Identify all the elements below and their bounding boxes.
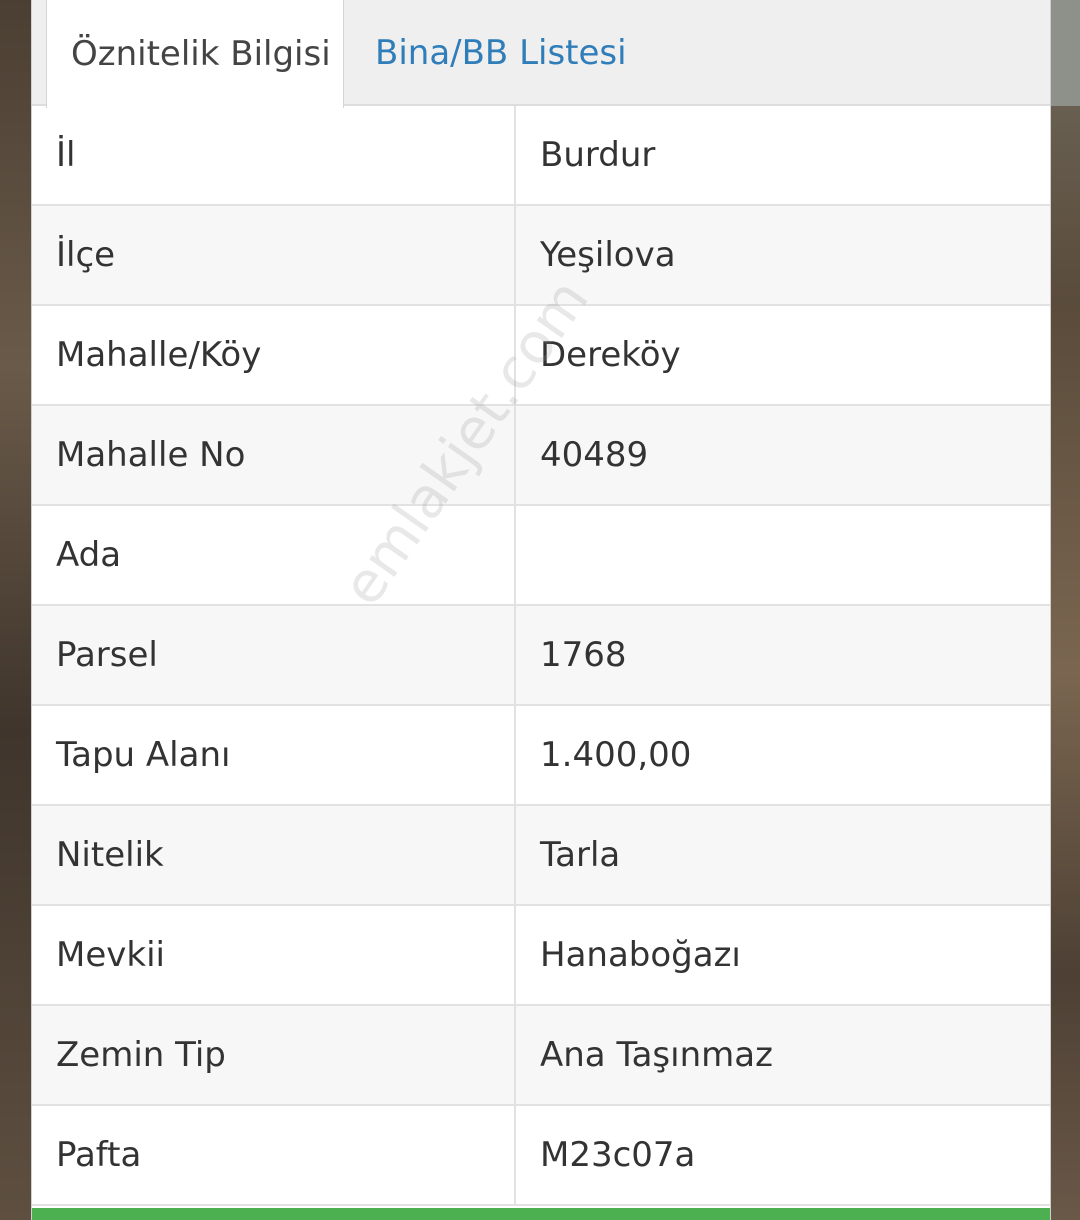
attribute-value (515, 505, 1050, 606)
tab-bina-bb-listesi[interactable]: Bina/BB Listesi (375, 0, 627, 106)
table-row: Mahalle No 40489 (32, 405, 1050, 506)
attribute-value: Tarla (515, 805, 1050, 906)
table-row: Zemin Tip Ana Taşınmaz (32, 1005, 1050, 1106)
tab-bar: Öznitelik Bilgisi Bina/BB Listesi (32, 0, 1050, 108)
table-row: Nitelik Tarla (32, 805, 1050, 906)
attribute-key: Parsel (32, 605, 516, 706)
attribute-value: Hanaboğazı (515, 905, 1050, 1006)
table-row: Ada (32, 505, 1050, 606)
attribute-value: Dereköy (515, 305, 1050, 406)
attribute-table: İl Burdur İlçe Yeşilova Mahalle/Köy Dere… (32, 106, 1050, 1206)
bottom-action-bar[interactable] (32, 1208, 1050, 1220)
attribute-key: Mevkii (32, 905, 516, 1006)
tab-label: Bina/BB Listesi (375, 33, 627, 73)
tab-label: Öznitelik Bilgisi (71, 34, 331, 74)
table-row: Mahalle/Köy Dereköy (32, 305, 1050, 406)
tab-oznitelik-bilgisi[interactable]: Öznitelik Bilgisi (46, 0, 344, 108)
table-row: Tapu Alanı 1.400,00 (32, 705, 1050, 806)
background-photo-left (0, 0, 32, 1220)
attribute-key: Zemin Tip (32, 1005, 516, 1106)
attribute-value: Yeşilova (515, 205, 1050, 306)
attribute-key: Mahalle No (32, 405, 516, 506)
table-row: Parsel 1768 (32, 605, 1050, 706)
background-photo-right-top (1049, 0, 1080, 106)
attribute-value: 40489 (515, 405, 1050, 506)
attribute-value: M23c07a (515, 1105, 1050, 1206)
attribute-key: Nitelik (32, 805, 516, 906)
attribute-value: Burdur (515, 106, 1050, 206)
attribute-panel: Öznitelik Bilgisi Bina/BB Listesi İl Bur… (31, 0, 1051, 1220)
attribute-key: Ada (32, 505, 516, 606)
attribute-key: Tapu Alanı (32, 705, 516, 806)
attribute-key: İl (32, 106, 516, 206)
table-row: İlçe Yeşilova (32, 205, 1050, 306)
attribute-key: İlçe (32, 205, 516, 306)
attribute-key: Pafta (32, 1105, 516, 1206)
attribute-key: Mahalle/Köy (32, 305, 516, 406)
table-row: Pafta M23c07a (32, 1105, 1050, 1206)
attribute-value: 1768 (515, 605, 1050, 706)
attribute-value: Ana Taşınmaz (515, 1005, 1050, 1106)
table-row: İl Burdur (32, 106, 1050, 206)
attribute-value: 1.400,00 (515, 705, 1050, 806)
background-photo-right (1049, 0, 1080, 1220)
table-row: Mevkii Hanaboğazı (32, 905, 1050, 1006)
